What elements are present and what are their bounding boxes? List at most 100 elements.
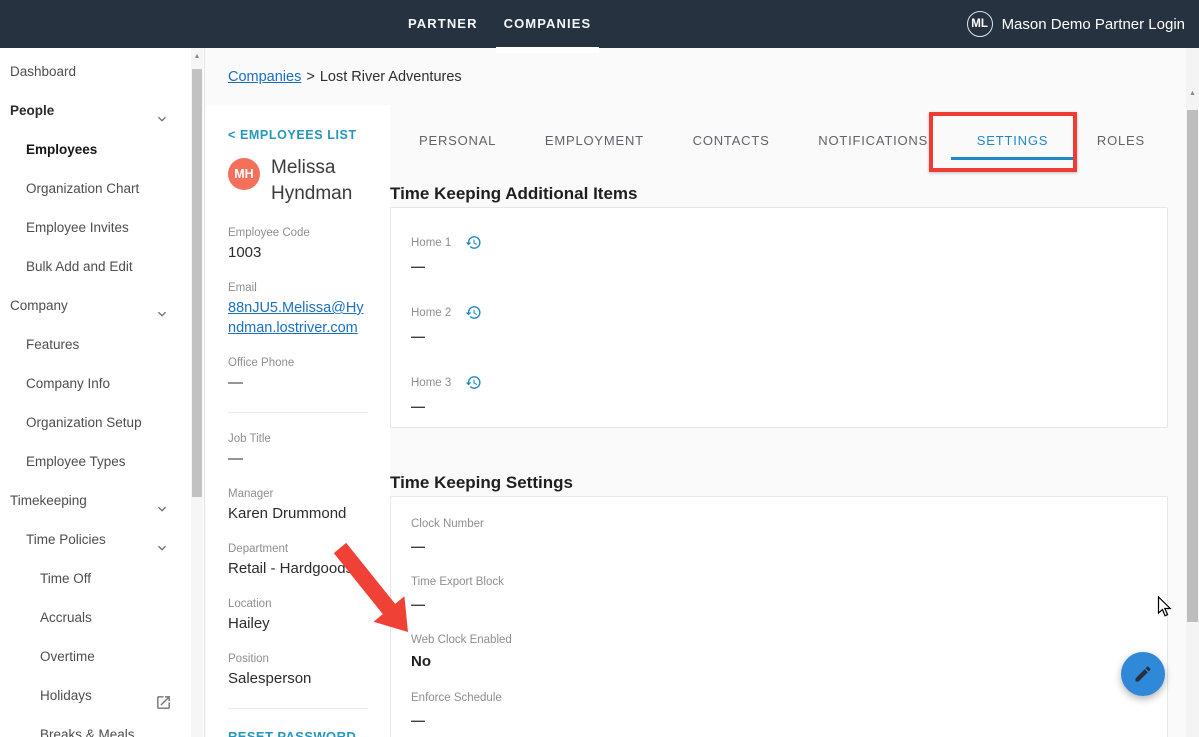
panel-item bbox=[228, 412, 380, 413]
divider bbox=[228, 412, 368, 413]
navbar-tab-companies[interactable]: COMPANIES bbox=[504, 0, 592, 48]
scroll-up-icon[interactable]: ▲ bbox=[191, 53, 203, 60]
field-label: Location bbox=[228, 598, 380, 611]
timekeeping-additional-items-card: Home 1 — Home 2 — bbox=[390, 207, 1168, 428]
chevron-down-icon bbox=[154, 103, 170, 119]
field-value: — bbox=[411, 326, 1147, 346]
sidebar-item-employee-types[interactable]: Employee Types bbox=[0, 442, 188, 481]
field-value: Hailey bbox=[228, 614, 380, 634]
history-icon[interactable] bbox=[465, 304, 482, 321]
field-value: — bbox=[411, 536, 1147, 556]
section-title-timekeeping-additional-items: Time Keeping Additional Items bbox=[390, 184, 637, 204]
employee-fields: Employee Code 1003 Email 88nJU5.Melissa@… bbox=[228, 227, 380, 709]
content-area: Companies>Lost River Adventures < EMPLOY… bbox=[206, 48, 1199, 737]
employee-avatar: MH bbox=[228, 158, 260, 190]
field-label: Position bbox=[228, 653, 380, 666]
sidebar-item-accruals[interactable]: Accruals bbox=[0, 598, 188, 637]
settings-tab-highlight-box bbox=[929, 112, 1077, 172]
history-icon[interactable] bbox=[465, 374, 482, 391]
scroll-up-icon[interactable]: ▲ bbox=[1186, 90, 1199, 97]
employee-summary-panel: < EMPLOYEES LIST MH Melissa Hyndman Empl… bbox=[206, 105, 390, 737]
history-icon[interactable] bbox=[465, 234, 482, 251]
sidebar-item-timekeeping[interactable]: Timekeeping bbox=[0, 481, 188, 520]
sidebar-item-holidays[interactable]: Holidays bbox=[0, 676, 188, 715]
field-value: — bbox=[411, 256, 1147, 276]
field-home-1: Home 1 — bbox=[411, 234, 1147, 276]
reset-password-button[interactable]: RESET PASSWORD bbox=[228, 729, 380, 737]
field-label: Job Title bbox=[228, 433, 380, 446]
top-navbar: PARTNER COMPANIES ML Mason Demo Partner … bbox=[0, 0, 1199, 48]
field-value: No bbox=[411, 652, 1147, 672]
sidebar-item-label: Holidays bbox=[40, 688, 92, 703]
employee-name: Melissa Hyndman bbox=[271, 155, 371, 207]
tab-employment[interactable]: EMPLOYMENT bbox=[545, 124, 644, 160]
field-value: — bbox=[228, 449, 380, 469]
sidebar-item-employees[interactable]: Employees bbox=[0, 130, 188, 169]
external-link-icon bbox=[155, 687, 172, 704]
page-scrollbar[interactable]: ▲ bbox=[1186, 48, 1199, 737]
sidebar-item-company[interactable]: Company bbox=[0, 286, 188, 325]
field-value[interactable]: 88nJU5.Melissa@Hyndman.lostriver.com bbox=[228, 298, 364, 338]
user-account-menu[interactable]: ML Mason Demo Partner Login bbox=[967, 0, 1185, 48]
sidebar-item-time-off[interactable]: Time Off bbox=[0, 559, 188, 598]
page-scrollbar-thumb[interactable] bbox=[1187, 110, 1198, 622]
sidebar-item-bulk-add-and-edit[interactable]: Bulk Add and Edit bbox=[0, 247, 188, 286]
field-value: — bbox=[411, 710, 1147, 730]
field-time-export-block: Time Export Block — bbox=[411, 575, 1147, 614]
field-label: Manager bbox=[228, 488, 380, 501]
section-title-timekeeping-settings: Time Keeping Settings bbox=[390, 473, 573, 493]
sidebar-item-features[interactable]: Features bbox=[0, 325, 188, 364]
back-to-employees-list-link[interactable]: < EMPLOYEES LIST bbox=[228, 128, 380, 142]
field-value: — bbox=[411, 396, 1147, 416]
sidebar-item-breaks-meals[interactable]: Breaks & Meals bbox=[0, 715, 188, 737]
panel-field-office-phone: Office Phone — bbox=[228, 357, 380, 393]
sidebar-item-label: Timekeeping bbox=[10, 493, 87, 508]
breadcrumb-companies-link[interactable]: Companies bbox=[228, 69, 301, 85]
user-name: Mason Demo Partner Login bbox=[1002, 16, 1185, 33]
sidebar-item-organization-chart[interactable]: Organization Chart bbox=[0, 169, 188, 208]
tab-personal[interactable]: PERSONAL bbox=[419, 124, 496, 160]
sidebar-item-label: Company bbox=[10, 298, 68, 313]
sidebar-items: Dashboard People Employees Organization … bbox=[0, 48, 204, 737]
field-value: Karen Drummond bbox=[228, 504, 380, 524]
sidebar-item-label: Dashboard bbox=[10, 64, 76, 79]
pencil-icon bbox=[1133, 664, 1153, 684]
sidebar-item-overtime[interactable]: Overtime bbox=[0, 637, 188, 676]
field-label: Clock Number bbox=[411, 517, 484, 531]
tab-contacts[interactable]: CONTACTS bbox=[693, 124, 770, 160]
field-label: Enforce Schedule bbox=[411, 691, 502, 705]
field-label: Time Export Block bbox=[411, 575, 504, 589]
sidebar-item-people[interactable]: People bbox=[0, 91, 188, 130]
sidebar-item-time-policies[interactable]: Time Policies bbox=[0, 520, 188, 559]
navbar-tabs: PARTNER COMPANIES bbox=[408, 0, 591, 48]
tab-notifications[interactable]: NOTIFICATIONS bbox=[818, 124, 928, 160]
field-label: Employee Code bbox=[228, 227, 380, 240]
panel-field-department: Department Retail - Hardgoods bbox=[228, 543, 380, 579]
field-value: Retail - Hardgoods bbox=[228, 559, 380, 579]
panel-field-manager: Manager Karen Drummond bbox=[228, 488, 380, 524]
sidebar-scrollbar[interactable]: ▲ bbox=[191, 48, 203, 737]
employee-profile: MH Melissa Hyndman bbox=[228, 155, 380, 207]
field-label: Home 1 bbox=[411, 236, 451, 250]
panel-field-position: Position Salesperson bbox=[228, 653, 380, 689]
sidebar-item-label: Breaks & Meals bbox=[40, 727, 135, 737]
user-avatar: ML bbox=[967, 11, 993, 37]
sidebar-item-employee-invites[interactable]: Employee Invites bbox=[0, 208, 188, 247]
sidebar-item-label: Features bbox=[26, 337, 79, 352]
field-value: 1003 bbox=[228, 243, 380, 263]
tab-roles[interactable]: ROLES bbox=[1097, 124, 1145, 160]
sidebar-item-company-info[interactable]: Company Info bbox=[0, 364, 188, 403]
sidebar-item-dashboard[interactable]: Dashboard bbox=[0, 52, 188, 91]
field-value: — bbox=[411, 594, 1147, 614]
sidebar-item-organization-setup[interactable]: Organization Setup bbox=[0, 403, 188, 442]
navbar-tab-partner[interactable]: PARTNER bbox=[408, 0, 478, 48]
sidebar-item-label: Overtime bbox=[40, 649, 95, 664]
breadcrumb-separator: > bbox=[306, 69, 314, 85]
field-label: Office Phone bbox=[228, 357, 380, 370]
edit-fab-button[interactable] bbox=[1121, 652, 1165, 696]
sidebar-scrollbar-thumb[interactable] bbox=[192, 69, 202, 497]
panel-field-email: Email 88nJU5.Melissa@Hyndman.lostriver.c… bbox=[228, 282, 380, 338]
sidebar-item-label: Company Info bbox=[26, 376, 110, 391]
field-value: — bbox=[228, 373, 380, 393]
sidebar-item-label: Employee Invites bbox=[26, 220, 129, 235]
